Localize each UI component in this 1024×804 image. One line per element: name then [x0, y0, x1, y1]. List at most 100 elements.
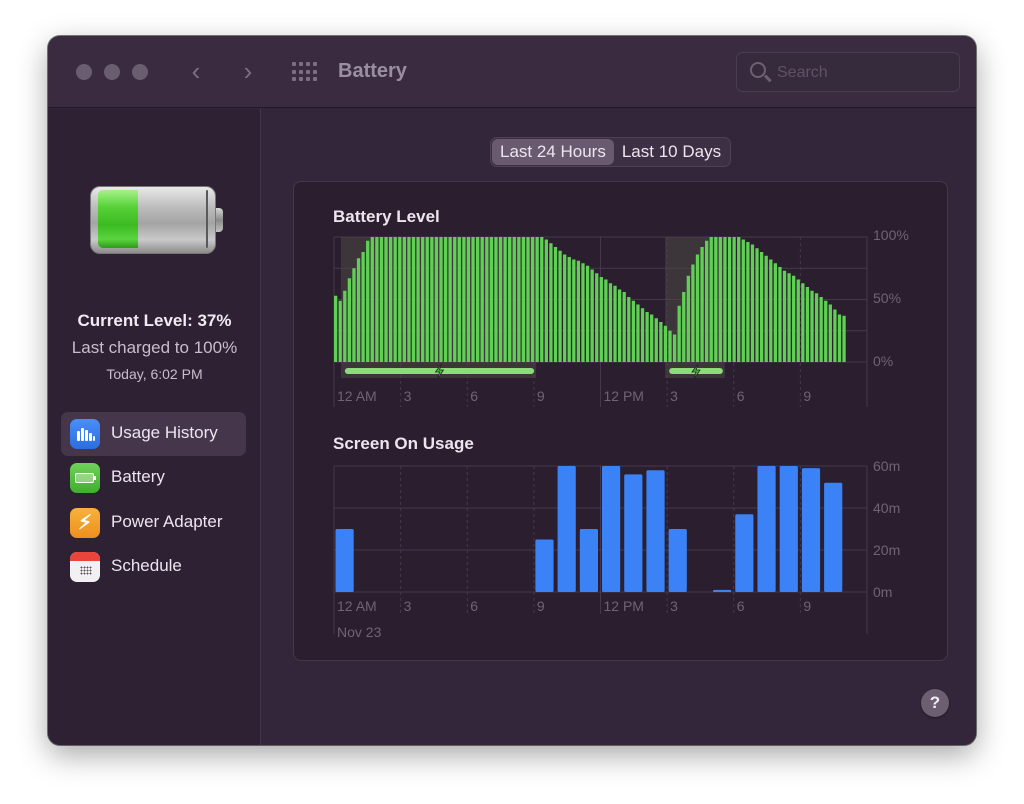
- y-tick-label: 50%: [873, 290, 901, 306]
- battery-level-bar: [663, 325, 668, 362]
- battery-level-bar: [521, 237, 526, 362]
- current-level-text: Current Level: 37%: [77, 311, 232, 330]
- screen-on-usage-chart: 60m 40m 20m 0m 12 AM 3 6 9 12 PM 3 6 9 Nov 23: [333, 458, 900, 640]
- battery-level-bar: [370, 237, 374, 362]
- tab-last-10-days[interactable]: Last 10 Days: [614, 139, 729, 165]
- search-input[interactable]: [777, 61, 947, 85]
- y-tick-label: 0m: [873, 584, 892, 600]
- battery-level-bar: [402, 237, 406, 362]
- battery-level-bar: [824, 300, 828, 362]
- battery-level-bar: [746, 242, 750, 362]
- show-all-grid-icon[interactable]: [292, 62, 318, 82]
- battery-level-bar: [416, 237, 420, 362]
- battery-level-bar: [498, 237, 503, 362]
- battery-level-bar: [535, 237, 539, 362]
- battery-level-bar: [705, 240, 709, 362]
- screen-usage-bar: [535, 539, 554, 592]
- battery-level-bar: [549, 243, 553, 362]
- battery-level-bar: [654, 318, 658, 362]
- battery-level-bar: [544, 239, 548, 362]
- screen-usage-bar: [801, 468, 821, 592]
- search-field[interactable]: [736, 52, 960, 92]
- back-button[interactable]: ‹: [184, 56, 208, 86]
- battery-level-bar: [334, 295, 338, 362]
- date-label: Nov 23: [337, 624, 382, 640]
- battery-level-bar: [517, 237, 521, 362]
- battery-level-bar: [462, 237, 466, 362]
- battery-level-bar: [585, 265, 590, 362]
- battery-level-bar: [503, 237, 507, 362]
- battery-level-bar: [393, 237, 397, 362]
- x-tick-label: 3: [670, 598, 678, 614]
- battery-level-bar: [599, 277, 603, 362]
- battery-level-bar: [709, 237, 713, 362]
- x-tick-label: 3: [670, 388, 678, 404]
- battery-level-bar: [434, 237, 439, 362]
- battery-level-bar: [645, 312, 649, 362]
- x-tick-label: 12 AM: [337, 388, 377, 404]
- x-tick-label: 6: [737, 388, 745, 404]
- battery-level-bar: [778, 267, 782, 362]
- screen-usage-bar: [757, 466, 776, 592]
- minimize-button[interactable]: [104, 64, 120, 80]
- chevron-right-icon: ›: [243, 56, 253, 86]
- forward-button[interactable]: ›: [236, 56, 260, 86]
- battery-level-bar: [361, 252, 365, 362]
- screen-usage-bar: [824, 482, 843, 592]
- battery-level-bar: [457, 237, 461, 362]
- battery-level-bar: [421, 237, 425, 362]
- battery-level-bar: [439, 237, 443, 362]
- battery-level-bar: [842, 315, 846, 362]
- battery-level-chart: 100% 50% 0% 12 AM 3 6 9 12 PM 3 6 9: [333, 227, 909, 407]
- tab-last-24-hours[interactable]: Last 24 Hours: [492, 139, 614, 165]
- sidebar-item-schedule[interactable]: Schedule: [61, 545, 246, 589]
- battery-level-bar: [622, 292, 626, 362]
- sidebar-item-usage-history[interactable]: Usage History: [61, 412, 246, 456]
- help-button[interactable]: ?: [921, 689, 949, 717]
- battery-level-bar: [453, 237, 457, 362]
- battery-level-bar: [837, 314, 842, 362]
- battery-level-bar: [553, 247, 558, 362]
- x-tick-label: 9: [537, 388, 545, 404]
- battery-level-bar: [782, 270, 787, 362]
- sidebar-item-power-adapter[interactable]: ⚡︎ Power Adapter: [61, 501, 246, 545]
- battery-level-bar: [677, 305, 681, 362]
- y-tick-label: 40m: [873, 500, 900, 516]
- battery-level-bar: [489, 237, 494, 362]
- battery-level-bar: [485, 237, 489, 362]
- battery-level-bar: [732, 237, 736, 362]
- battery-level-bar: [576, 260, 581, 362]
- battery-level-bar: [448, 237, 452, 362]
- sidebar-item-label: Battery: [111, 467, 165, 486]
- sidebar-item-label: Schedule: [111, 556, 182, 575]
- battery-level-bar: [695, 254, 700, 362]
- y-tick-label: 100%: [873, 227, 909, 243]
- calendar-icon: [70, 552, 100, 582]
- screen-usage-bar: [668, 529, 687, 592]
- battery-level-bar: [650, 314, 654, 362]
- battery-level-bar: [764, 255, 768, 362]
- screen-usage-bar: [557, 466, 576, 592]
- battery-level-bar: [530, 237, 535, 362]
- last-charged-time: Today, 6:02 PM: [106, 366, 203, 382]
- battery-level-bar: [737, 237, 741, 362]
- close-button[interactable]: [76, 64, 92, 80]
- sidebar-item-label: Usage History: [111, 423, 218, 442]
- x-tick-label: 3: [404, 388, 412, 404]
- battery-level-bar: [617, 289, 622, 362]
- battery-level-bar: [581, 263, 585, 362]
- charging-period-shade: [340, 237, 537, 378]
- battery-level-bar: [347, 278, 352, 362]
- sidebar-item-battery[interactable]: Battery: [61, 456, 246, 500]
- main-content: Last 24 Hours Last 10 Days Battery Level…: [262, 109, 976, 745]
- screen-usage-bar: [713, 589, 732, 592]
- bar-chart-icon: [70, 419, 100, 449]
- battery-level-bar: [475, 237, 480, 362]
- zoom-button[interactable]: [132, 64, 148, 80]
- battery-level-bar: [691, 264, 695, 362]
- battery-level-bar: [494, 237, 498, 362]
- x-tick-label: 3: [404, 598, 412, 614]
- sidebar-item-label: Power Adapter: [111, 512, 223, 531]
- sidebar: Current Level: 37% Last charged to 100% …: [48, 109, 261, 745]
- screen-usage-bar: [579, 529, 598, 592]
